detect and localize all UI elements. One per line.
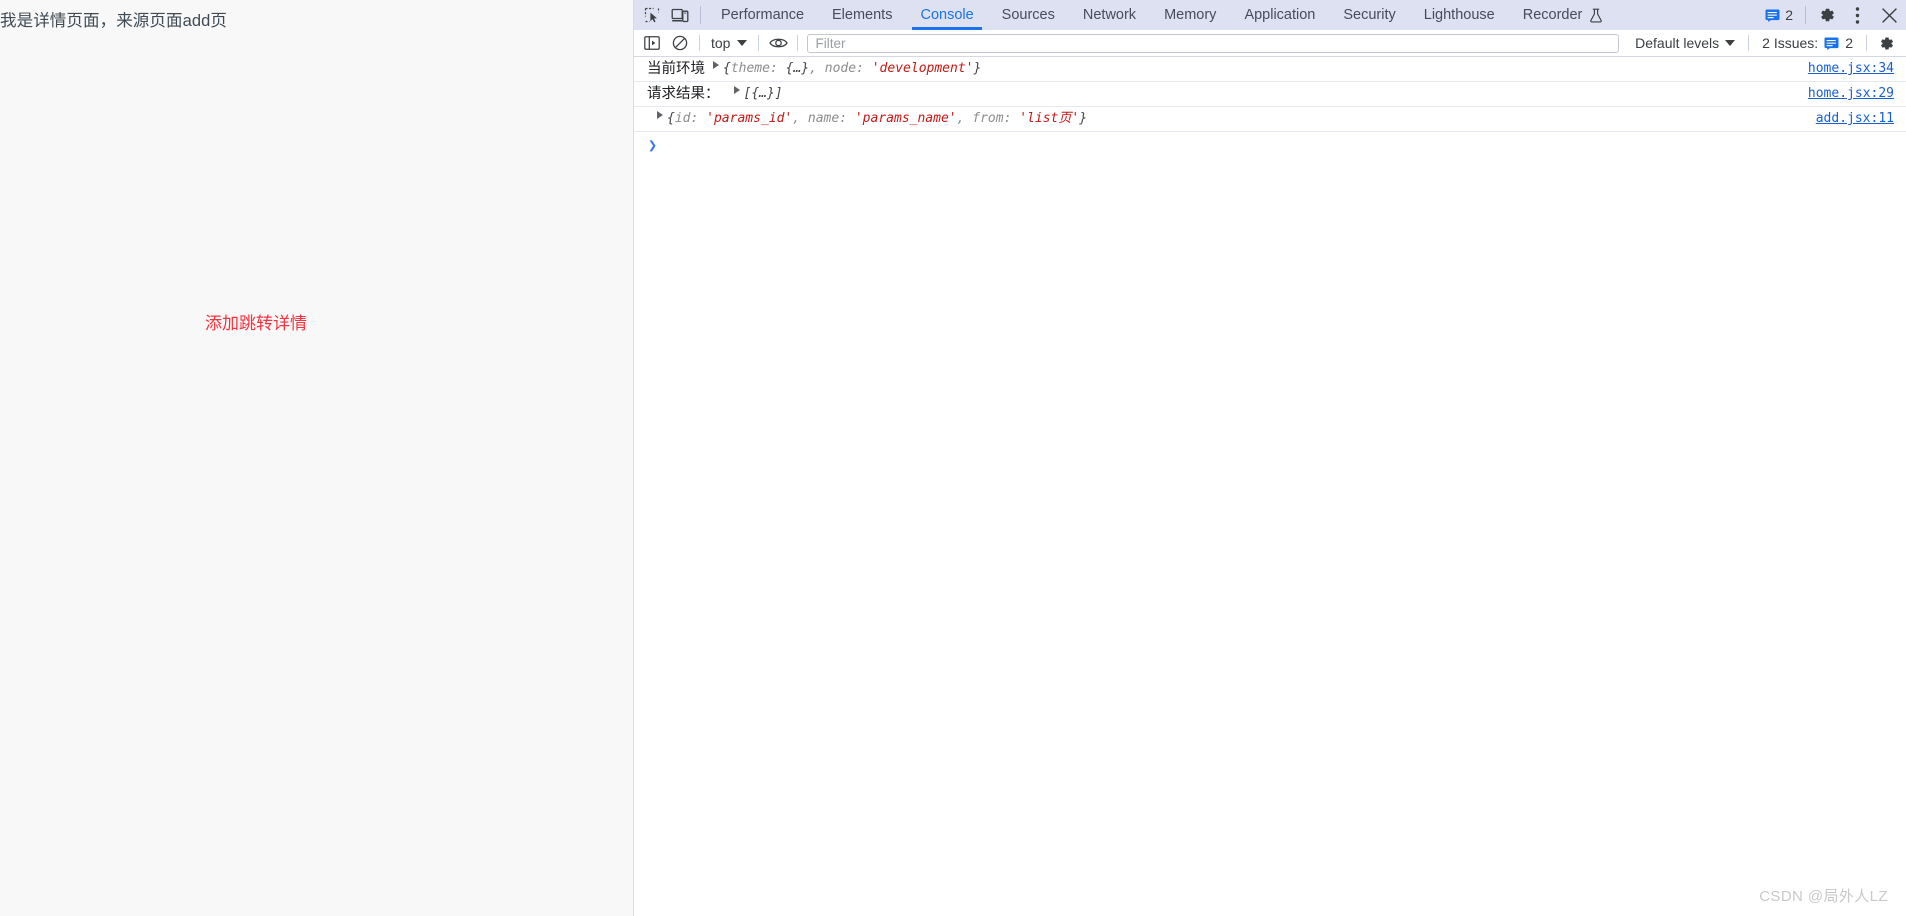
console-message-label: 当前环境 <box>647 61 705 77</box>
console-message-row[interactable]: 当前环境 {theme: {…}, node: 'development'} h… <box>634 57 1906 82</box>
more-options-icon[interactable] <box>1842 0 1872 30</box>
console-message-list[interactable]: 当前环境 {theme: {…}, node: 'development'} h… <box>634 57 1906 916</box>
toolbar-divider-3 <box>797 35 799 51</box>
tab-performance[interactable]: Performance <box>707 0 818 30</box>
console-filter-input[interactable] <box>807 33 1620 53</box>
chevron-down-icon <box>1725 40 1736 46</box>
console-prompt-row[interactable]: ❯ <box>634 132 1906 154</box>
tab-label: Recorder <box>1522 7 1583 23</box>
message-count-badge[interactable]: 2 <box>1759 0 1799 30</box>
tab-label: Application <box>1244 7 1316 23</box>
devtools-panel: Performance Elements Console Sources Net… <box>634 0 1906 916</box>
tab-lighthouse[interactable]: Lighthouse <box>1410 0 1509 30</box>
tab-sources[interactable]: Sources <box>988 0 1069 30</box>
tab-label: Elements <box>832 7 893 23</box>
devtools-tabstrip: Performance Elements Console Sources Net… <box>634 0 1906 30</box>
live-expression-eye-icon[interactable] <box>764 30 792 56</box>
tab-label: Network <box>1082 7 1137 23</box>
page-title: 我是详情页面，来源页面add页 <box>0 12 228 30</box>
expand-object-arrow[interactable] <box>730 85 744 94</box>
tab-label: Console <box>920 7 974 23</box>
message-bubble-icon <box>1765 9 1780 22</box>
inspect-element-icon[interactable] <box>638 0 666 30</box>
add-jump-detail-link[interactable]: 添加跳转详情 <box>205 309 307 334</box>
console-prompt-caret-icon: ❯ <box>648 136 658 154</box>
console-object-preview[interactable]: {theme: {…}, node: 'development'} <box>723 60 981 78</box>
tabstrip-spacer <box>1617 0 1759 30</box>
settings-gear-icon[interactable] <box>1812 0 1842 30</box>
close-devtools-icon[interactable] <box>1872 0 1906 30</box>
tabstrip-divider-right <box>1805 6 1806 24</box>
log-levels-value: Default levels <box>1635 35 1720 51</box>
chevron-down-icon <box>737 40 748 46</box>
issues-bubble-icon <box>1824 37 1839 50</box>
message-count-value: 2 <box>1785 7 1793 23</box>
toolbar-divider-1 <box>699 35 700 51</box>
browser-page-viewport: 我是详情页面，来源页面add页 添加跳转详情 <box>0 0 634 916</box>
tab-recorder[interactable]: Recorder <box>1509 0 1618 30</box>
console-settings-gear-icon[interactable] <box>1872 30 1900 56</box>
tab-label: Performance <box>721 7 805 23</box>
issues-count-value: 2 <box>1845 35 1853 51</box>
tab-security[interactable]: Security <box>1329 0 1409 30</box>
expand-object-arrow[interactable] <box>653 110 667 119</box>
console-object-preview[interactable]: [{…}] <box>744 85 783 103</box>
issues-label: 2 Issues: <box>1762 35 1819 51</box>
device-toolbar-icon[interactable] <box>666 0 694 30</box>
console-sidebar-icon[interactable] <box>638 30 666 56</box>
tab-memory[interactable]: Memory <box>1150 0 1230 30</box>
experimental-flask-icon <box>1589 8 1603 23</box>
tab-elements[interactable]: Elements <box>818 0 906 30</box>
tab-application[interactable]: Application <box>1230 0 1329 30</box>
expand-object-arrow[interactable] <box>709 60 723 69</box>
tab-label: Lighthouse <box>1423 7 1495 23</box>
toolbar-divider-2 <box>758 35 760 51</box>
issues-counter[interactable]: 2 Issues: 2 <box>1754 35 1861 51</box>
screen-root: 我是详情页面，来源页面add页 添加跳转详情 Performance Eleme… <box>0 0 1906 916</box>
execution-context-value: top <box>711 35 731 51</box>
console-toolbar: top Default levels 2 Issues: <box>634 30 1906 57</box>
tab-label: Security <box>1343 7 1396 23</box>
toolbar-divider-5 <box>1866 35 1867 51</box>
console-message-row[interactable]: 请求结果： [{…}] home.jsx:29 <box>634 82 1906 107</box>
tab-label: Sources <box>1001 7 1055 23</box>
console-message-label: 请求结果： <box>647 86 720 102</box>
tab-network[interactable]: Network <box>1069 0 1150 30</box>
source-location-link[interactable]: home.jsx:34 <box>1808 61 1894 76</box>
toolbar-divider-4 <box>1748 35 1750 51</box>
tab-label: Memory <box>1164 7 1217 23</box>
console-message-row[interactable]: {id: 'params_id', name: 'params_name', f… <box>634 107 1906 132</box>
console-object-preview[interactable]: {id: 'params_id', name: 'params_name', f… <box>667 110 1087 128</box>
tabstrip-divider <box>700 6 701 24</box>
tab-console[interactable]: Console <box>906 0 987 30</box>
log-levels-select[interactable]: Default levels <box>1627 35 1743 51</box>
source-location-link[interactable]: add.jsx:11 <box>1816 111 1894 126</box>
source-location-link[interactable]: home.jsx:29 <box>1808 86 1894 101</box>
clear-console-icon[interactable] <box>666 30 694 56</box>
execution-context-select[interactable]: top <box>705 35 753 51</box>
